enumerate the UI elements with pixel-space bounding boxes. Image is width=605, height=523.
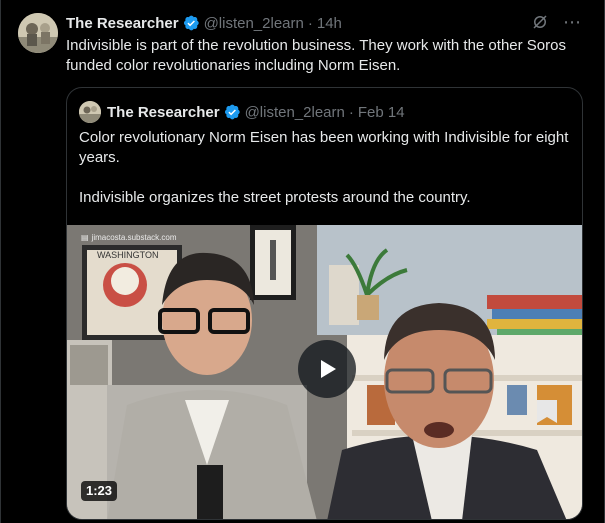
quote-date: Feb 14 — [357, 103, 405, 121]
quote-author-handle: @listen_2learn — [244, 103, 345, 121]
author-avatar[interactable] — [18, 13, 58, 53]
quote-header: The Researcher @listen_2learn · Feb 14 — [79, 100, 405, 124]
play-button[interactable] — [298, 340, 356, 398]
separator-dot: · — [348, 103, 354, 121]
play-icon — [321, 360, 336, 378]
author-name[interactable]: The Researcher — [66, 15, 179, 32]
quote-paragraph-2: Indivisible organizes the street protest… — [79, 189, 471, 206]
author-handle[interactable]: @listen_2learn — [204, 15, 304, 32]
verified-badge-icon — [224, 104, 240, 120]
tweet-text: Indivisible is part of the revolution bu… — [66, 37, 566, 74]
more-icon[interactable]: ⋯ — [563, 13, 582, 31]
tweet[interactable]: The Researcher @listen_2learn · 14h ⋯ In… — [0, 0, 605, 523]
video-duration: 1:23 — [81, 481, 118, 501]
video-player[interactable]: WASHINGTON ▤ jimacosta.substack.com 1:23 — [67, 225, 582, 519]
substack-icon: ▤ — [81, 233, 89, 242]
poster-sign: WASHINGTON — [97, 250, 159, 260]
quoted-tweet[interactable]: The Researcher @listen_2learn · Feb 14 C… — [66, 87, 583, 520]
verified-badge-icon — [183, 15, 199, 31]
quote-author-name: The Researcher — [107, 103, 220, 121]
tweet-actions: ⋯ — [531, 13, 582, 31]
separator-dot: · — [307, 14, 313, 32]
quote-author-avatar — [79, 101, 101, 123]
quote-text: Color revolutionary Norm Eisen has been … — [79, 128, 569, 228]
tweet-time[interactable]: 14h — [317, 15, 342, 32]
video-watermark: ▤ jimacosta.substack.com — [81, 233, 177, 242]
quote-paragraph-1: Color revolutionary Norm Eisen has been … — [79, 129, 569, 166]
tweet-header: The Researcher @listen_2learn · 14h — [66, 13, 584, 33]
grok-icon[interactable] — [531, 13, 549, 31]
